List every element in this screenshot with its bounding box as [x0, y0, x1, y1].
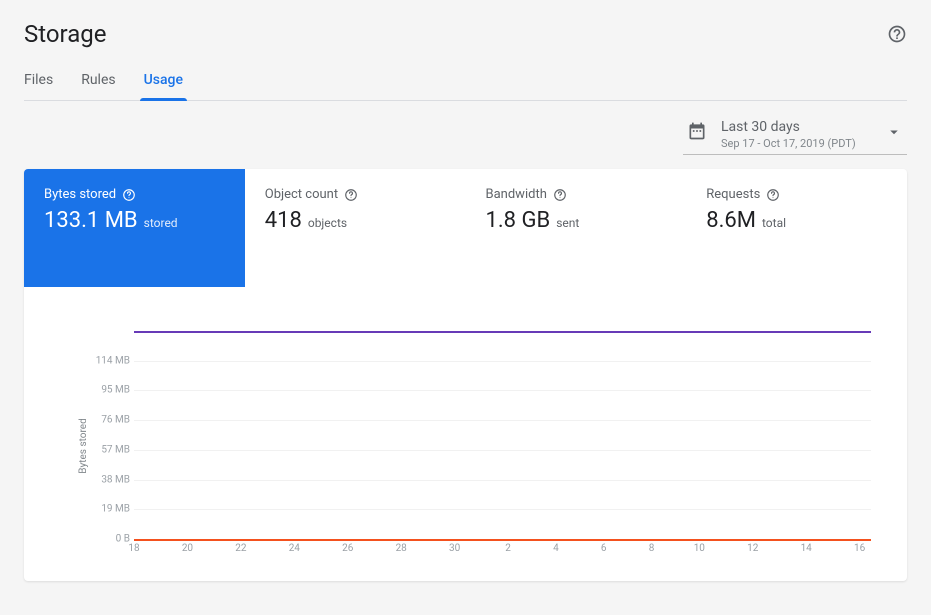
metric-label-text: Requests [706, 187, 760, 202]
metric-value: 133.1 MB [44, 208, 138, 233]
chart-ytick: 95 MB [86, 385, 130, 396]
chart-xtick: 14 [801, 543, 812, 561]
chart-series-line [134, 539, 871, 541]
metric-suffix: stored [144, 216, 178, 230]
help-button[interactable] [887, 24, 907, 44]
metric-suffix: sent [556, 216, 579, 230]
metric-value: 1.8 GB [486, 208, 551, 233]
chart-ytick: 114 MB [86, 355, 130, 366]
chart-xtick: 30 [449, 543, 460, 561]
calendar-icon [687, 121, 707, 141]
metric-bytes-stored[interactable]: Bytes stored 133.1 MB stored [24, 169, 245, 287]
metric-label-text: Object count [265, 187, 338, 202]
tab-bar: Files Rules Usage [24, 72, 907, 101]
metric-label-text: Bytes stored [44, 187, 116, 202]
tab-files[interactable]: Files [24, 72, 53, 100]
metric-requests[interactable]: Requests 8.6M total [686, 169, 907, 287]
metric-value: 418 [265, 208, 302, 233]
chart-series-line [134, 331, 871, 333]
info-icon [122, 188, 136, 202]
chart-ytick: 38 MB [86, 474, 130, 485]
chart-ytick: 57 MB [86, 444, 130, 455]
info-icon [766, 188, 780, 202]
chart-xtick: 20 [182, 543, 193, 561]
chevron-down-icon [885, 123, 903, 141]
metric-suffix: objects [308, 216, 347, 230]
help-icon [887, 24, 907, 44]
metric-suffix: total [762, 216, 786, 230]
chart-xaxis: 18202224262830246810121416 [134, 543, 871, 561]
chart-xtick: 6 [601, 543, 607, 561]
page-title: Storage [24, 20, 106, 48]
chart-ytick: 0 B [86, 534, 130, 545]
metric-tabs: Bytes stored 133.1 MB stored Object coun… [24, 169, 907, 287]
info-icon [553, 188, 567, 202]
metric-bandwidth[interactable]: Bandwidth 1.8 GB sent [466, 169, 687, 287]
chart-xtick: 22 [235, 543, 246, 561]
chart-xtick: 12 [747, 543, 758, 561]
chart-xtick: 28 [396, 543, 407, 561]
date-range-detail: Sep 17 - Oct 17, 2019 (PDT) [721, 137, 871, 150]
metric-value: 8.6M [706, 208, 756, 233]
date-range-selector[interactable]: Last 30 days Sep 17 - Oct 17, 2019 (PDT) [683, 119, 907, 155]
chart-xtick: 4 [553, 543, 559, 561]
tab-rules[interactable]: Rules [81, 72, 115, 100]
date-range-label: Last 30 days [721, 119, 871, 135]
metric-label-text: Bandwidth [486, 187, 547, 202]
chart-xtick: 8 [649, 543, 655, 561]
tab-usage[interactable]: Usage [144, 72, 183, 100]
chart-xtick: 24 [289, 543, 300, 561]
chart-xtick: 10 [694, 543, 705, 561]
chart-ytick: 76 MB [86, 415, 130, 426]
chart-ytick: 19 MB [86, 504, 130, 515]
chart-xtick: 2 [505, 543, 511, 561]
metric-object-count[interactable]: Object count 418 objects [245, 169, 466, 287]
info-icon [344, 188, 358, 202]
usage-card: Bytes stored 133.1 MB stored Object coun… [24, 169, 907, 581]
usage-chart: Bytes stored 0 B19 MB38 MB57 MB76 MB95 M… [86, 331, 879, 561]
chart-xtick: 16 [854, 543, 865, 561]
chart-xtick: 18 [128, 543, 139, 561]
chart-xtick: 26 [342, 543, 353, 561]
